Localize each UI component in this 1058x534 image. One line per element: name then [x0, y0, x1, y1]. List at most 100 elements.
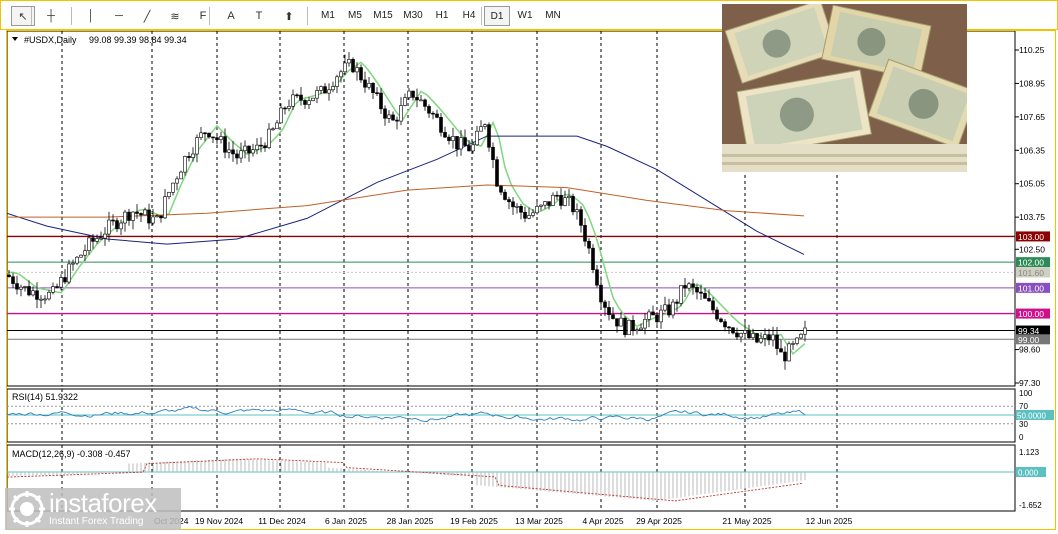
- candle: [803, 320, 807, 342]
- date-tick-label: 19 Nov 2024: [195, 516, 243, 526]
- toolbar-separator: [71, 7, 72, 25]
- candle: [311, 97, 315, 102]
- macd-zero-label: 0.000: [1018, 469, 1039, 478]
- toolbar-separator: [31, 7, 32, 25]
- candle: [439, 112, 443, 137]
- candle: [771, 326, 775, 347]
- header-triangle-icon: [12, 37, 18, 41]
- price-level-label: 101.60: [1018, 268, 1044, 278]
- watermark-tagline: Instant Forex Trading: [49, 516, 144, 527]
- timeframe-h4-button[interactable]: H4: [457, 6, 481, 26]
- candle: [267, 123, 271, 150]
- arrows-icon[interactable]: ⬆: [277, 6, 301, 26]
- candle: [347, 52, 351, 67]
- candle: [187, 152, 191, 162]
- rsi-tick-label: 100: [1019, 389, 1033, 398]
- candle: [587, 238, 591, 254]
- candle: [363, 71, 367, 93]
- candle: [567, 189, 571, 207]
- candle: [263, 142, 267, 152]
- candle: [631, 315, 635, 336]
- candle: [595, 265, 599, 288]
- candle: [323, 83, 327, 94]
- candle: [643, 312, 647, 335]
- candle: [371, 82, 375, 100]
- candle: [551, 192, 555, 206]
- candle: [659, 304, 663, 329]
- candle: [651, 305, 655, 316]
- candle: [423, 98, 427, 111]
- candle: [619, 312, 623, 327]
- price-level-tag: 102.00: [1016, 257, 1050, 268]
- date-tick-label: 11 Dec 2024: [258, 516, 306, 526]
- text-label-icon[interactable]: T: [247, 6, 271, 26]
- candle: [555, 191, 559, 201]
- candle: [663, 296, 667, 313]
- candle: [179, 170, 183, 180]
- candle: [55, 283, 59, 289]
- candle: [491, 142, 495, 169]
- timeframe-m30-button[interactable]: M30: [399, 6, 427, 26]
- price-tick-label: 97.30: [1019, 378, 1041, 388]
- candle: [43, 295, 47, 305]
- candle: [227, 141, 231, 159]
- date-tick-label: 13 Mar 2025: [515, 516, 563, 526]
- toolbar-separator: [307, 7, 308, 25]
- candle: [359, 64, 363, 83]
- candle: [255, 138, 259, 155]
- date-tick-label: 29 Apr 2025: [636, 516, 682, 526]
- candle: [175, 176, 179, 191]
- horizontal-line-icon[interactable]: ─: [107, 6, 131, 26]
- candle: [535, 200, 539, 215]
- candle: [63, 269, 67, 285]
- timeframe-h1-button[interactable]: H1: [430, 6, 454, 26]
- channel-icon[interactable]: ≋: [163, 6, 187, 26]
- macd-tick-label: -1.652: [1019, 501, 1042, 510]
- candle: [523, 206, 527, 223]
- candle: [451, 127, 455, 149]
- price-tick-label: 98.60: [1019, 345, 1041, 355]
- candle: [447, 134, 451, 145]
- vertical-line-icon[interactable]: │: [79, 6, 103, 26]
- price-level-tag: 101.00: [1016, 282, 1050, 293]
- candle: [683, 278, 687, 298]
- price-tick-label: 107.65: [1019, 112, 1045, 122]
- candle: [495, 156, 499, 187]
- crosshair-icon[interactable]: ┼: [39, 6, 63, 26]
- candle: [415, 88, 419, 108]
- fibonacci-icon[interactable]: F: [191, 6, 215, 26]
- candle: [99, 231, 103, 240]
- date-tick-label: 21 May 2025: [722, 516, 771, 526]
- rsi-level-tag: 50.0000: [1016, 410, 1054, 421]
- candle: [383, 105, 387, 126]
- toolbar-separator: [209, 7, 210, 25]
- rsi-line: [7, 405, 806, 423]
- candle: [687, 281, 691, 292]
- candle: [463, 129, 467, 146]
- candle: [243, 140, 247, 159]
- candle: [111, 214, 115, 226]
- macd-label: MACD(12,26,9) -0.308 -0.457: [12, 449, 131, 459]
- candle: [403, 93, 407, 107]
- rsi-tick-label: 30: [1019, 420, 1028, 429]
- timeframe-m15-button[interactable]: M15: [370, 6, 396, 26]
- text-icon[interactable]: A: [219, 6, 243, 26]
- timeframe-m1-button[interactable]: M1: [316, 6, 340, 26]
- timeframe-w1-button[interactable]: W1: [513, 6, 537, 26]
- candle: [563, 190, 567, 207]
- price-level-tag: 101.60: [1016, 267, 1050, 278]
- candle: [139, 212, 143, 223]
- rsi-tick-label: 0: [1019, 433, 1024, 442]
- timeframe-d1-button[interactable]: D1: [484, 6, 510, 26]
- trendline-icon[interactable]: ╱: [135, 6, 159, 26]
- candle: [787, 341, 791, 362]
- timeframe-m5-button[interactable]: M5: [343, 6, 367, 26]
- timeframe-mn-button[interactable]: MN: [540, 6, 566, 26]
- candle: [735, 327, 739, 340]
- candle: [7, 269, 11, 278]
- candle: [623, 316, 627, 338]
- candle: [503, 189, 507, 201]
- candle: [747, 324, 751, 340]
- candle: [559, 188, 563, 210]
- price-level-tag: 100.00: [1016, 308, 1050, 319]
